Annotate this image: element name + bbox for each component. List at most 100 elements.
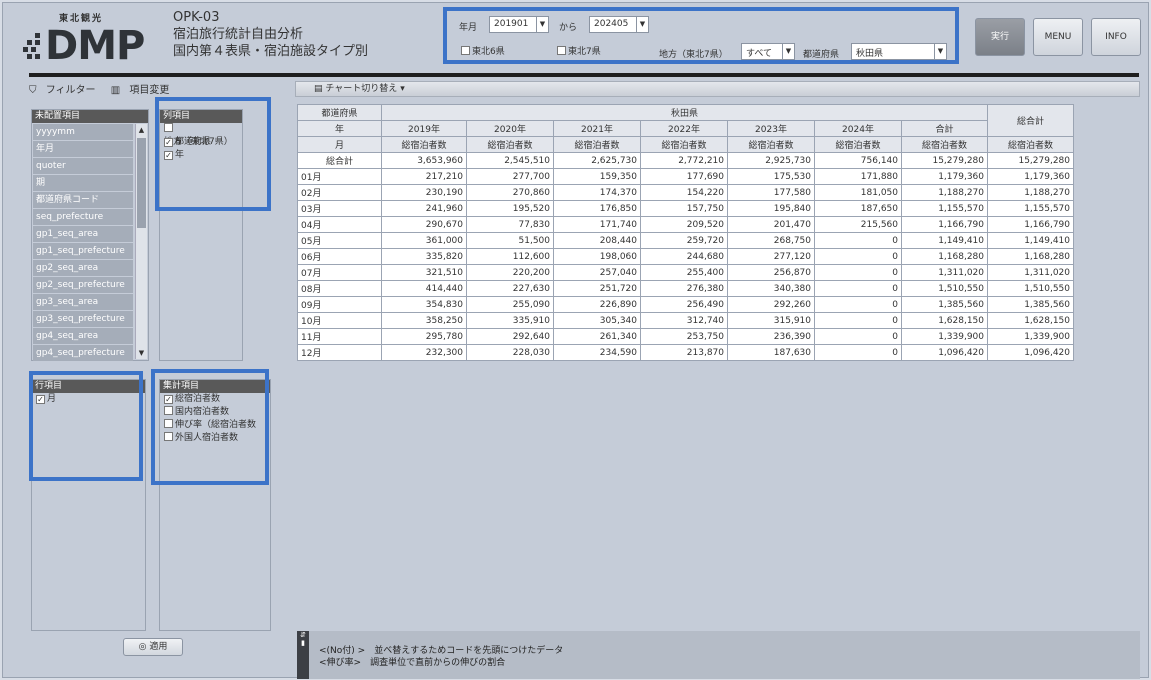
apply-label: 適用 (149, 642, 168, 652)
cell-value: 335,820 (381, 248, 467, 265)
cell-value: 295,780 (381, 328, 467, 345)
from-ym-value: 201901 (494, 19, 529, 29)
filter-highlight-box: 年月 201901 ▼ から 202405 ▼ 東北6県 東北7県 地方（東北7… (443, 7, 959, 64)
unassigned-item[interactable]: yyyymm (33, 124, 133, 140)
filter-tab[interactable]: ⛉ フィルター (29, 85, 102, 96)
unassigned-item[interactable]: gp3_seq_area (33, 294, 133, 310)
row-label: 05月 (297, 232, 382, 249)
cell-value: 112,600 (466, 248, 554, 265)
cell-value: 181,050 (814, 184, 902, 201)
run-button[interactable]: 実行 (975, 18, 1025, 56)
left-tabs: ⛉ フィルター ▥ 項目変更 (29, 81, 271, 97)
region-value: すべて (746, 49, 773, 59)
row-label: 06月 (297, 248, 382, 265)
legend-footer: ⇵ ▮ <(No付) > 並べ替えするためコードを先頭につけたデータ <伸び率> … (297, 631, 1140, 679)
year-column-header: 2019年 (381, 120, 467, 137)
to-ym-select[interactable]: 202405 ▼ (589, 16, 649, 33)
legend-toggle-icon[interactable]: ⇵ ▮ (297, 631, 309, 679)
page-title: 宿泊旅行統計自由分析 (173, 27, 304, 42)
cell-value: 256,870 (727, 264, 815, 281)
menu-button[interactable]: MENU (1033, 18, 1083, 56)
pref-value: 秋田県 (856, 49, 884, 59)
kara-label: から (559, 23, 578, 33)
chevron-down-icon: ▼ (934, 44, 946, 59)
apply-button[interactable]: ◎ 適用 (123, 638, 183, 656)
tohoku6-checkbox[interactable]: 東北6県 (461, 44, 505, 57)
cell-value: 177,580 (727, 184, 815, 201)
chart-toggle-bar[interactable]: ▤ チャート切り替え ▾ (295, 81, 1140, 97)
items-tab[interactable]: ▥ 項目変更 (111, 85, 176, 96)
column-items-highlight (155, 97, 271, 211)
unassigned-item[interactable]: gp3_seq_prefecture (33, 311, 133, 327)
cell-value: 201,470 (727, 216, 815, 233)
chart-toggle-label: チャート切り替え (325, 84, 398, 94)
unassigned-item[interactable]: gp4_seq_area (33, 328, 133, 344)
cell-value: 1,096,420 (987, 344, 1074, 361)
cell-value: 261,340 (553, 328, 641, 345)
cell-value: 1,168,280 (987, 248, 1074, 265)
row-label: 総合計 (297, 152, 382, 169)
table-row: 05月 361,000 51,500 208,440 259,720 268,750 0 1,… (297, 232, 1074, 249)
row-label: 01月 (297, 168, 382, 185)
cell-value: 1,339,900 (987, 328, 1074, 345)
unassigned-item[interactable]: gp2_seq_prefecture (33, 277, 133, 293)
cell-value: 0 (814, 344, 902, 361)
year-header: 年 (297, 120, 382, 137)
unassigned-item[interactable]: 都道府県コード (33, 192, 133, 208)
cell-value: 171,880 (814, 168, 902, 185)
cell-value: 253,750 (640, 328, 728, 345)
row-label: 04月 (297, 216, 382, 233)
cell-value: 209,520 (640, 216, 728, 233)
cell-value: 312,740 (640, 312, 728, 329)
unassigned-item[interactable]: gp2_seq_area (33, 260, 133, 276)
cell-value: 171,740 (553, 216, 641, 233)
unassigned-item[interactable]: seq_prefecture (33, 209, 133, 225)
items-tab-label: 項目変更 (129, 85, 170, 96)
cell-value: 270,860 (466, 184, 554, 201)
cell-value: 361,000 (381, 232, 467, 249)
cell-value: 1,166,790 (987, 216, 1074, 233)
unassigned-item[interactable]: gp1_seq_prefecture (33, 243, 133, 259)
info-button[interactable]: INFO (1091, 18, 1141, 56)
header-row-year: 年 2019年 2020年 2021年 2022年 2023年 2024年 合計 (297, 120, 1074, 137)
region-select[interactable]: すべて ▼ (741, 43, 795, 60)
chevron-down-icon: ▾ (400, 84, 405, 94)
cell-value: 756,140 (814, 152, 902, 169)
unassigned-item[interactable]: 期 (33, 175, 133, 191)
cell-value: 335,910 (466, 312, 554, 329)
cell-value: 2,545,510 (466, 152, 554, 169)
cell-value: 195,840 (727, 200, 815, 217)
chevron-down-icon: ▼ (636, 17, 648, 32)
cell-value: 2,925,730 (727, 152, 815, 169)
from-ym-select[interactable]: 201901 ▼ (489, 16, 549, 33)
scroll-down-icon[interactable]: ▼ (136, 347, 147, 359)
cell-value: 228,030 (466, 344, 554, 361)
cell-value: 157,750 (640, 200, 728, 217)
unassigned-panel: 未配置項目 yyyymm 年月 quoter 期都道府県コード seq_prefectu… (31, 109, 149, 361)
cell-value: 257,040 (553, 264, 641, 281)
cell-value: 0 (814, 328, 902, 345)
pref-select[interactable]: 秋田県 ▼ (851, 43, 947, 60)
cell-value: 51,500 (466, 232, 554, 249)
unassigned-item[interactable]: quoter (33, 158, 133, 174)
scroll-thumb[interactable] (137, 138, 146, 228)
cell-value: 0 (814, 248, 902, 265)
cell-value: 1,510,550 (901, 280, 988, 297)
unassigned-item[interactable]: 年月 (33, 141, 133, 157)
scroll-up-icon[interactable]: ▲ (136, 124, 147, 136)
unassigned-scrollbar[interactable]: ▲ ▼ (135, 124, 147, 359)
year-column-header: 2020年 (466, 120, 554, 137)
unassigned-item[interactable]: gp1_seq_area (33, 226, 133, 242)
cell-value: 217,210 (381, 168, 467, 185)
year-column-header: 2023年 (727, 120, 815, 137)
cell-value: 268,750 (727, 232, 815, 249)
cell-value: 277,700 (466, 168, 554, 185)
row-label: 11月 (297, 328, 382, 345)
unassigned-item[interactable]: gp4_seq_prefecture (33, 345, 133, 361)
table-row: 11月 295,780 292,640 261,340 253,750 236,390 0 1… (297, 328, 1074, 345)
table-row: 総合計 3,653,960 2,545,510 2,625,730 2,772,210 2… (297, 152, 1074, 169)
cell-value: 1,510,550 (987, 280, 1074, 297)
apply-icon: ◎ (138, 642, 147, 652)
tohoku7-checkbox[interactable]: 東北7県 (557, 44, 601, 57)
funnel-icon: ⛉ (29, 85, 37, 96)
